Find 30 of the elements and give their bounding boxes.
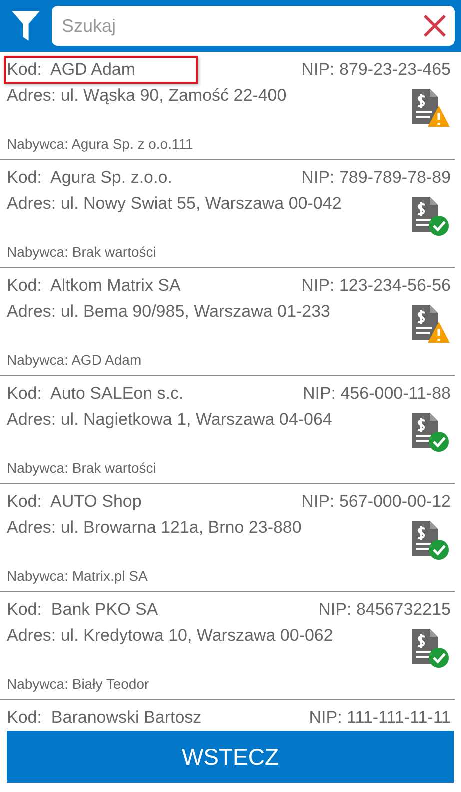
buyer-text: Nabywca: AGD Adam (7, 352, 143, 368)
back-button[interactable]: WSTECZ (7, 731, 454, 783)
code-text: Kod: Baranowski Bartosz (6, 707, 203, 729)
nip-text: NIP: 8456732215 (318, 600, 451, 620)
address-text: Adres: ul. Browarna 121a, Brno 23-880 (7, 517, 302, 538)
address-text: Adres: ul. Wąska 90, Zamość 22-400 (7, 85, 287, 106)
nip-text: NIP: 111-111-11-11 (309, 708, 451, 728)
search-field[interactable]: Szukaj (52, 6, 455, 46)
nip-text: NIP: 567-000-00-12 (302, 492, 451, 512)
code-text: Kod: Altkom Matrix SA (6, 275, 182, 297)
nip-text: NIP: 879-23-23-465 (302, 60, 451, 80)
buyer-text: Nabywca: Agura Sp. z o.o.111 (7, 136, 194, 152)
nip-text: NIP: 123-234-56-56 (302, 276, 451, 296)
code-text: Kod: Agura Sp. z.o.o. (6, 167, 174, 189)
address-text: Adres: ul. Nowy Swiat 55, Warszawa 00-042 (7, 193, 342, 214)
code-text: Kod: AUTO Shop (6, 491, 143, 513)
code-text: Kod: Auto SALEon s.c. (6, 383, 185, 405)
address-text: Adres: ul. Nagietkowa 1, Warszawa 04-064 (7, 409, 332, 430)
clear-icon[interactable] (423, 14, 447, 38)
address-text: Adres: ul. Kredytowa 10, Warszawa 00-062 (7, 625, 334, 646)
code-text: Kod: AGD Adam (4, 56, 198, 84)
buyer-text: Nabywca: Brak wartości (7, 460, 158, 476)
buyer-text: Nabywca: Biały Teodor (7, 676, 150, 692)
nip-text: NIP: 456-000-11-88 (302, 384, 451, 404)
address-text: Adres: ul. Bema 90/985, Warszawa 01-233 (7, 301, 330, 322)
buyer-text: Nabywca: Brak wartości (7, 244, 158, 260)
filter-icon[interactable] (12, 9, 40, 43)
code-text: Kod: Bank PKO SA (6, 599, 160, 621)
buyer-text: Nabywca: Matrix.pl SA (7, 568, 149, 584)
nip-text: NIP: 789-789-78-89 (302, 168, 451, 188)
